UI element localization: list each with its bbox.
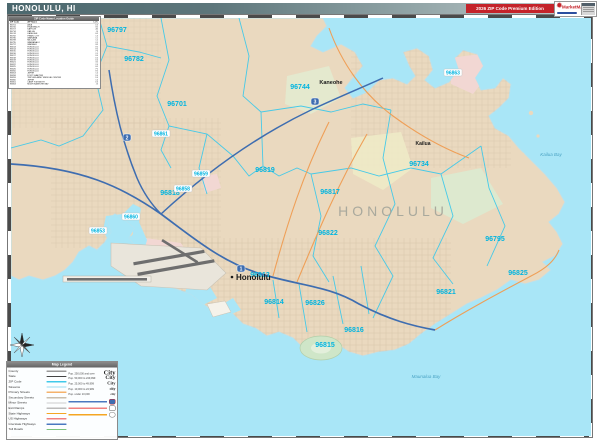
logo-contact-panel (581, 3, 595, 15)
zip-label-96860: 96860 (124, 215, 138, 221)
zip-label-96744: 96744 (290, 84, 310, 91)
zip-label-96816: 96816 (344, 327, 364, 334)
zip-label-96858: 96858 (176, 187, 190, 193)
zip-label-96822: 96822 (318, 230, 338, 237)
zip-label-96861: 96861 (154, 132, 168, 138)
legend-line-sample (46, 381, 67, 383)
page-title: HONOLULU, HI (12, 4, 76, 13)
legend-item: Toll Roads (9, 427, 67, 432)
us-highway-shield-icon (109, 405, 116, 411)
zip-label-96795: 96795 (485, 236, 505, 243)
city-size-sample: city (110, 392, 116, 397)
zip-label-96859: 96859 (194, 172, 208, 178)
water-label-maunalua-bay: Maunalua Bay (412, 374, 442, 379)
zip-label-96815: 96815 (315, 342, 335, 349)
logo-swoosh (557, 12, 577, 14)
legend-line-sample (46, 391, 67, 393)
zip-label-96817: 96817 (320, 189, 340, 196)
h3-shield-label: 3 (314, 100, 317, 106)
edition-badge: 2026 ZIP Code Premium Edition (466, 4, 554, 13)
islet-2 (536, 134, 540, 138)
legend-line-sample (46, 423, 67, 425)
legend-items: County State ZIP Code Streams Primary St… (9, 369, 67, 433)
zip-label-96853: 96853 (91, 229, 105, 235)
zip-label-96819: 96819 (255, 167, 275, 174)
zip-label-96814: 96814 (264, 299, 284, 306)
edition-label: 2026 ZIP Code Premium Edition (476, 6, 544, 11)
state-highway-shield-icon (109, 412, 116, 418)
zip-code-table: ZIP Code Name Location Guide ZIP Code ZI… (8, 16, 101, 89)
legend-line-sample (46, 412, 67, 415)
logo-wordmark: MarketMAPS (562, 5, 581, 11)
zip-label-96863: 96863 (446, 71, 460, 77)
city-label-kaneohe: Kaneohe (319, 80, 342, 86)
compass-rose (9, 332, 35, 358)
islet-3 (521, 152, 525, 156)
honolulu-city-dot (230, 275, 234, 279)
city-size-sample: city (109, 386, 116, 392)
legend-line-sample (46, 386, 67, 388)
h2-shield-label: 2 (126, 136, 129, 142)
legend-line-sample (46, 375, 67, 378)
county-label: HONOLULU (338, 203, 448, 219)
zip-label-96826: 96826 (305, 300, 325, 307)
map-sheet: HONOLULU, HI 2026 ZIP Code Premium Editi… (0, 0, 600, 441)
legend-line-sample (46, 407, 67, 409)
legend-shield-state (68, 412, 116, 419)
legend-line-sample (46, 370, 67, 372)
city-label-honolulu: Honolulu (236, 273, 271, 282)
islet-1 (528, 110, 534, 116)
city-size-sample: City (107, 380, 116, 386)
reef-runway (67, 278, 147, 281)
zip-label-96797: 96797 (107, 27, 127, 34)
interstate-shield-icon (109, 399, 116, 405)
zip-label-96825: 96825 (508, 270, 528, 277)
zip-label-96734: 96734 (409, 161, 429, 168)
city-label-kailua: Kailua (415, 141, 430, 147)
water-label-kailua-bay: Kailua Bay (540, 152, 562, 157)
legend-line-sample (46, 428, 67, 431)
legend-line-sample (46, 396, 67, 399)
legend-population: Pop. 250,000 and over City Pop. 50,000 t… (68, 369, 115, 399)
zip-label-96821: 96821 (436, 289, 456, 296)
legend-line-sample (46, 402, 67, 404)
publisher-logo: ✹ MarketMAPS (554, 1, 597, 17)
h1-shield-label: 1 (240, 267, 243, 273)
legend-line-sample (46, 418, 67, 420)
zip-table-body: 96701 AIEA D3 96706 EWA BEACH B5 96707 K… (9, 24, 99, 86)
zip-label-96701: 96701 (167, 101, 187, 108)
table-row: 96863 MCBH KANEOHE BAY J3 (9, 83, 98, 86)
map-legend: Map Legend County State ZIP Code Streams… (6, 361, 118, 440)
zip-label-96782: 96782 (124, 56, 144, 63)
